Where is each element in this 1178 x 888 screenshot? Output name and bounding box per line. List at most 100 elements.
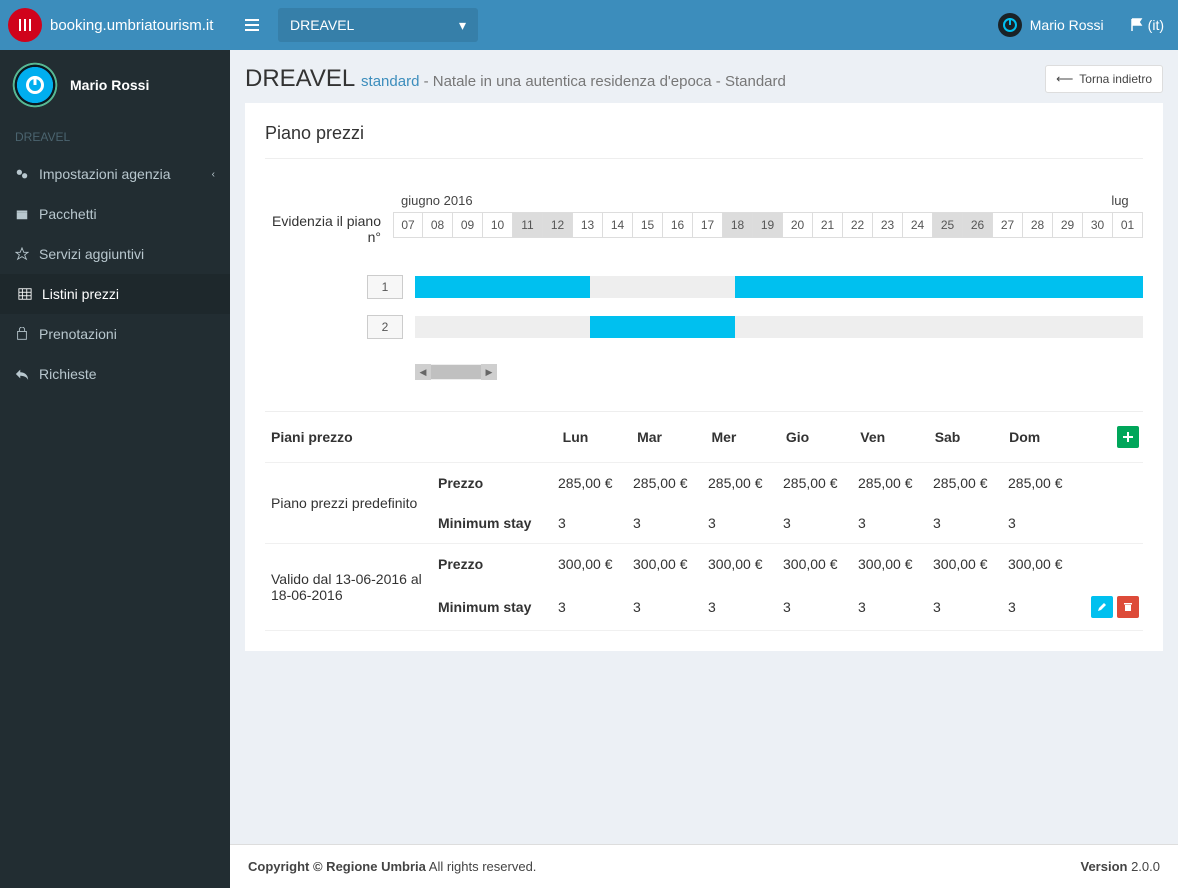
plus-icon: [1123, 432, 1133, 442]
gantt-bar[interactable]: [735, 276, 1143, 298]
th-lun: Lun: [563, 429, 637, 445]
th-dom: Dom: [1009, 429, 1083, 445]
sidebar-item-servizi[interactable]: Servizi aggiuntivi: [0, 234, 230, 274]
sidebar-item-prenotazioni[interactable]: Prenotazioni: [0, 314, 230, 354]
gantt-day-15[interactable]: 15: [633, 212, 663, 238]
gantt-label: Evidenzia il piano n°: [265, 189, 393, 245]
minstay-cell: 3: [708, 599, 783, 615]
sidebar-item-label: Richieste: [39, 366, 97, 382]
arrow-left-icon: ⟵: [1056, 72, 1073, 86]
footer-copyright-bold: Copyright © Regione Umbria: [248, 859, 426, 874]
price-cell: 285,00 €: [708, 475, 783, 491]
minstay-cell: 3: [1008, 599, 1083, 615]
delete-plan-button[interactable]: [1117, 596, 1139, 618]
gantt-day-29[interactable]: 29: [1053, 212, 1083, 238]
gantt-bar[interactable]: [415, 276, 590, 298]
sidebar-item-listini[interactable]: Listini prezzi: [0, 274, 230, 314]
price-cell: 285,00 €: [933, 475, 1008, 491]
power-icon: [998, 13, 1022, 37]
locale-selector[interactable]: (it): [1116, 0, 1178, 50]
minstay-cell: 3: [783, 599, 858, 615]
gantt-day-11[interactable]: 11: [513, 212, 543, 238]
sidebar-user: Mario Rossi: [0, 50, 230, 120]
price-cell: 300,00 €: [1008, 556, 1083, 572]
th-mer: Mer: [711, 429, 785, 445]
reply-icon: [15, 367, 29, 381]
price-group-name: Piano prezzi predefinito: [265, 463, 438, 543]
scroll-thumb[interactable]: [431, 365, 481, 379]
plan-badge-1[interactable]: 1: [367, 275, 403, 299]
gantt-day-16[interactable]: 16: [663, 212, 693, 238]
price-cell: 300,00 €: [783, 556, 858, 572]
price-cell: 300,00 €: [558, 556, 633, 572]
gantt-day-22[interactable]: 22: [843, 212, 873, 238]
sidebar-username: Mario Rossi: [70, 77, 149, 93]
gantt-day-07[interactable]: 07: [393, 212, 423, 238]
gantt-day-09[interactable]: 09: [453, 212, 483, 238]
gantt-day-19[interactable]: 19: [753, 212, 783, 238]
topbar-user[interactable]: Mario Rossi: [986, 0, 1116, 50]
gantt-scrollbar[interactable]: ◀ ▶: [415, 364, 497, 380]
price-cell: 300,00 €: [933, 556, 1008, 572]
topbar-username: Mario Rossi: [1030, 17, 1104, 33]
price-cell: 300,00 €: [633, 556, 708, 572]
price-cell: 285,00 €: [783, 475, 858, 491]
row-label-minstay: Minimum stay: [438, 599, 558, 615]
sidebar-item-label: Servizi aggiuntivi: [39, 246, 144, 262]
footer-version-label: Version: [1081, 859, 1128, 874]
gantt-day-13[interactable]: 13: [573, 212, 603, 238]
sidebar-item-richieste[interactable]: Richieste: [0, 354, 230, 394]
footer-version: 2.0.0: [1127, 859, 1160, 874]
minstay-cell: 3: [858, 599, 933, 615]
gantt-day-23[interactable]: 23: [873, 212, 903, 238]
row-label-price: Prezzo: [438, 475, 558, 491]
gantt-day-24[interactable]: 24: [903, 212, 933, 238]
gantt-day-01[interactable]: 01: [1113, 212, 1143, 238]
sidebar-item-label: Impostazioni agenzia: [39, 166, 171, 182]
table-icon: [18, 287, 32, 301]
price-cell: 285,00 €: [633, 475, 708, 491]
sidebar-item-label: Pacchetti: [39, 206, 97, 222]
logo-icon: [8, 8, 42, 42]
brand-area[interactable]: booking.umbriatourism.it: [0, 0, 230, 50]
gantt-day-28[interactable]: 28: [1023, 212, 1053, 238]
sidebar-item-impostazioni[interactable]: Impostazioni agenzia ‹: [0, 154, 230, 194]
gantt-day-30[interactable]: 30: [1083, 212, 1113, 238]
gantt-day-21[interactable]: 21: [813, 212, 843, 238]
sidebar: Mario Rossi DREAVEL Impostazioni agenzia…: [0, 50, 230, 888]
menu-toggle[interactable]: [230, 0, 274, 50]
gantt-day-26[interactable]: 26: [963, 212, 993, 238]
page-title-link[interactable]: standard: [361, 73, 419, 90]
gantt-day-27[interactable]: 27: [993, 212, 1023, 238]
gantt-bar[interactable]: [590, 316, 736, 338]
add-plan-button[interactable]: [1117, 426, 1139, 448]
back-button[interactable]: ⟵ Torna indietro: [1045, 65, 1163, 93]
plan-badge-2[interactable]: 2: [367, 315, 403, 339]
chevron-left-icon: ‹: [212, 169, 215, 180]
footer-copyright-rest: All rights reserved.: [426, 859, 537, 874]
minstay-cell: 3: [633, 515, 708, 531]
page-title-main: DREAVEL: [245, 65, 354, 92]
sidebar-section-label: DREAVEL: [0, 120, 230, 154]
minstay-cell: 3: [858, 515, 933, 531]
scroll-right-icon[interactable]: ▶: [481, 364, 497, 380]
gantt-day-18[interactable]: 18: [723, 212, 753, 238]
gantt-day-20[interactable]: 20: [783, 212, 813, 238]
gantt-day-25[interactable]: 25: [933, 212, 963, 238]
minstay-cell: 3: [1008, 515, 1083, 531]
sidebar-item-pacchetti[interactable]: Pacchetti: [0, 194, 230, 234]
minstay-cell: 3: [708, 515, 783, 531]
edit-plan-button[interactable]: [1091, 596, 1113, 618]
gantt-day-10[interactable]: 10: [483, 212, 513, 238]
gantt-day-14[interactable]: 14: [603, 212, 633, 238]
gantt-day-08[interactable]: 08: [423, 212, 453, 238]
gift-icon: [15, 207, 29, 221]
pencil-icon: [1097, 602, 1107, 612]
th-ven: Ven: [860, 429, 934, 445]
agency-dropdown[interactable]: DREAVEL ▾: [278, 8, 478, 42]
minstay-cell: 3: [783, 515, 858, 531]
gantt-day-12[interactable]: 12: [543, 212, 573, 238]
scroll-left-icon[interactable]: ◀: [415, 364, 431, 380]
gantt-day-17[interactable]: 17: [693, 212, 723, 238]
brand-text: booking.umbriatourism.it: [50, 17, 213, 34]
